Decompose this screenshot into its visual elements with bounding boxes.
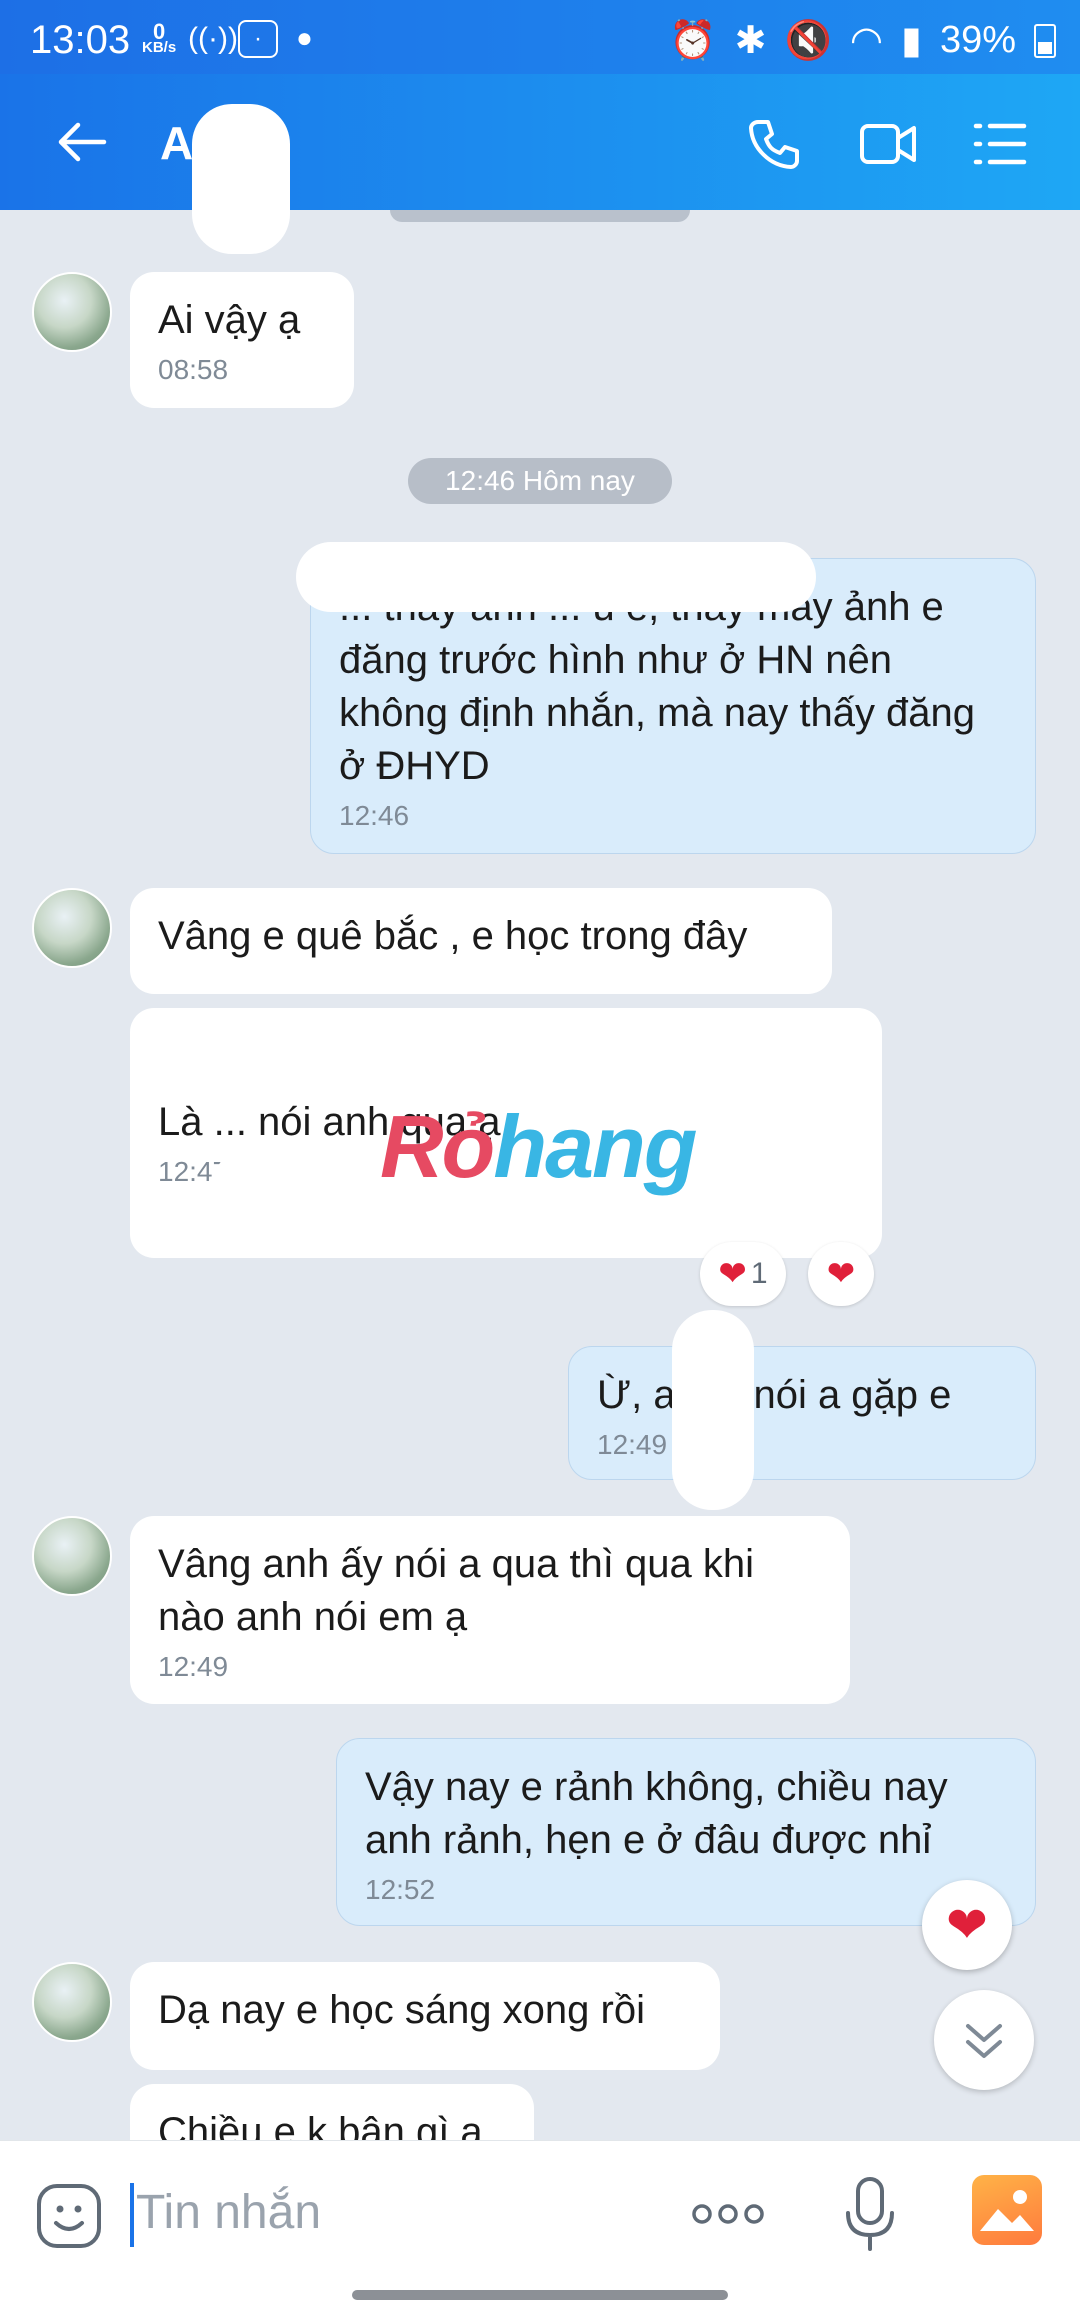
message-bubble-in[interactable]: Vâng anh ấy nói a qua thì qua khi nào an…: [130, 1516, 850, 1704]
more-icon[interactable]: [690, 2199, 766, 2229]
message-time: 12:49: [597, 1429, 668, 1460]
message-time: 12:52: [365, 1874, 436, 1905]
menu-icon[interactable]: [970, 114, 1030, 174]
message-bubble-in[interactable]: Dạ nay e học sáng xong rồi: [130, 1962, 720, 2070]
message-bubble-in[interactable]: Ai vậy ạ 08:58: [130, 272, 354, 408]
gallery-icon[interactable]: [972, 2175, 1042, 2245]
redaction-mark: [140, 1010, 580, 1096]
video-call-icon[interactable]: [858, 114, 918, 174]
battery-icon: [1034, 23, 1056, 58]
status-bar: 13:03 0 KB/s ((·)) · ● ⏰ ✱ 🔇 ◠ ▮ 39%: [0, 0, 1080, 74]
redaction-mark: [672, 1310, 754, 1510]
message-bubble-out[interactable]: Ừ, a... ó nói a gặp e 12:49: [568, 1346, 1036, 1480]
back-arrow-icon[interactable]: [52, 112, 112, 172]
message-time: 08:58: [158, 354, 229, 385]
message-bubble-in[interactable]: Vâng e quê bắc , e học trong đây: [130, 888, 832, 994]
battery-percent: 39%: [939, 19, 1016, 61]
heart-icon: ❤: [826, 1255, 856, 1293]
bluetooth-icon: ✱: [734, 20, 767, 62]
hotspot-icon: ((·)): [188, 22, 238, 55]
avatar[interactable]: [32, 272, 112, 352]
wifi-icon: ◠: [849, 20, 884, 62]
avatar[interactable]: [32, 1516, 112, 1596]
message-text: Ừ, a... ó nói a gặp e: [597, 1373, 952, 1417]
reaction-pill[interactable]: ❤ 1: [700, 1242, 786, 1306]
status-time: 13:03: [30, 18, 131, 62]
reaction-count: 1: [750, 1257, 768, 1290]
navigation-handle[interactable]: [352, 2290, 728, 2300]
heart-icon[interactable]: ❤: [922, 1880, 1012, 1970]
previous-chip-edge: [390, 210, 690, 222]
microphone-icon[interactable]: [840, 2175, 900, 2255]
message-text: ... thấy anh ... u e, thấy mấy ảnh e đăn…: [339, 585, 976, 788]
date-separator: 12:46 Hôm nay: [408, 458, 672, 504]
emoji-icon[interactable]: [34, 2181, 104, 2251]
message-time: 12:46: [339, 800, 410, 831]
react-button[interactable]: ❤: [808, 1242, 874, 1306]
message-text: Dạ nay e học sáng xong rồi: [158, 1988, 645, 2032]
hotspot-active-icon: ·: [238, 20, 278, 58]
message-text: Vâng e quê bắc , e học trong đây: [158, 914, 748, 958]
mute-icon: 🔇: [784, 19, 832, 62]
message-bubble-in[interactable]: Chiều e k bận gì ạ: [130, 2084, 534, 2140]
heart-icon: ❤: [718, 1255, 747, 1293]
message-time: 12:49: [158, 1651, 229, 1682]
alarm-icon: ⏰: [669, 19, 717, 62]
avatar[interactable]: [32, 1962, 112, 2042]
chevron-double-down-icon[interactable]: [934, 1990, 1034, 2090]
watermark-logo: Rỏhang: [380, 1097, 698, 1196]
message-text: Vậy nay e rảnh không, chiều nay anh rảnh…: [365, 1765, 948, 1862]
net-speed: 0 KB/s: [142, 19, 177, 56]
notification-dot-icon: ●: [296, 22, 313, 53]
phone-icon[interactable]: [744, 114, 804, 174]
text-cursor: [130, 2183, 134, 2247]
message-text: Vâng anh ấy nói a qua thì qua khi nào an…: [158, 1542, 755, 1639]
message-text: Chiều e k bận gì ạ: [158, 2110, 483, 2140]
signal-icon: ▮: [901, 20, 922, 62]
chat-header: Ag: [0, 74, 1080, 254]
message-list[interactable]: Ai vậy ạ 08:58 12:46 Hôm nay ... thấy an…: [0, 210, 1080, 2140]
message-text: Ai vậy ạ: [158, 298, 301, 342]
redaction-mark: [296, 542, 816, 612]
avatar[interactable]: [32, 888, 112, 968]
status-right: ⏰ ✱ 🔇 ◠ ▮ 39%: [669, 18, 1056, 63]
redaction-mark: [214, 1146, 306, 1220]
message-input[interactable]: Tin nhắn: [136, 2185, 321, 2240]
